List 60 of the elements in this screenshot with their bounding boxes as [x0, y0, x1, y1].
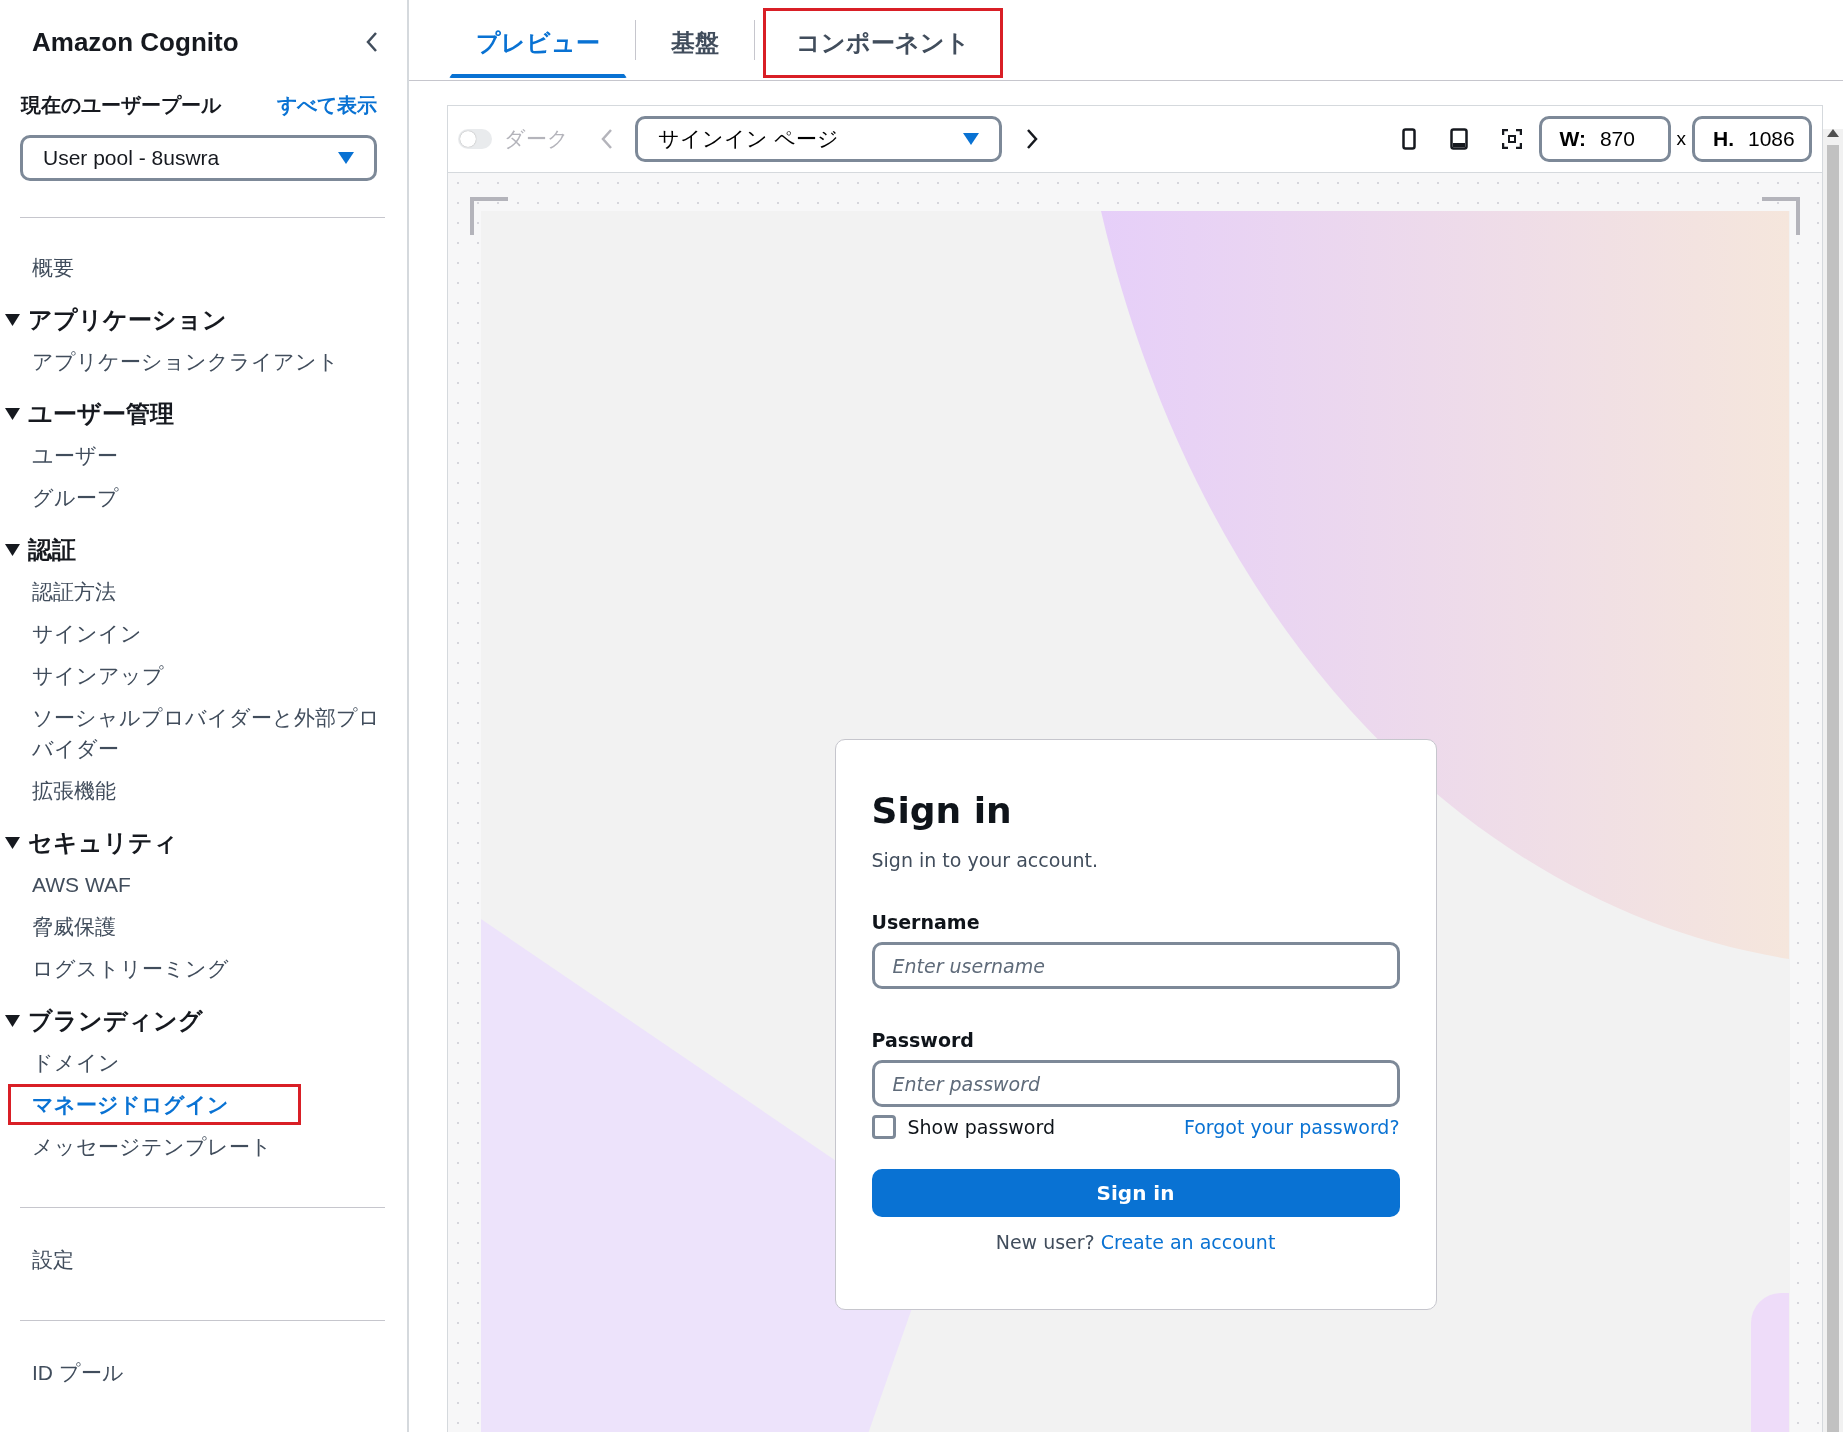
- view-all-link[interactable]: すべて表示: [277, 92, 377, 119]
- width-field[interactable]: W: 870: [1538, 116, 1671, 162]
- field-label: Username: [871, 911, 981, 933]
- next-chevron-icon[interactable]: [1026, 129, 1038, 149]
- signup-prompt: New user?: [995, 1231, 1095, 1253]
- expanded-triangle-icon: [5, 837, 20, 849]
- nav-link[interactable]: サインアップ: [8, 655, 167, 696]
- nav-section-header[interactable]: ユーザー管理: [0, 394, 407, 434]
- current-user-pool-label: 現在のユーザープール: [21, 93, 221, 118]
- collapse-chevron-icon[interactable]: [365, 31, 379, 53]
- input-field[interactable]: Enter password: [871, 1060, 1400, 1107]
- nav-link[interactable]: メッセージテンプレート: [8, 1126, 275, 1167]
- nav-link[interactable]: グループ: [8, 477, 122, 518]
- forgot-password-link[interactable]: Forgot your password?: [1183, 1116, 1400, 1138]
- expanded-triangle-icon: [5, 1015, 20, 1027]
- input-field[interactable]: Enter username: [871, 942, 1400, 989]
- scrollbar[interactable]: [1823, 129, 1843, 1432]
- expanded-triangle-icon: [5, 408, 20, 420]
- tab[interactable]: コンポーネント: [763, 8, 1003, 78]
- phone-icon[interactable]: [1401, 128, 1416, 150]
- times-label: x: [1676, 128, 1686, 150]
- expanded-triangle-icon: [5, 544, 20, 556]
- nav-section-header[interactable]: アプリケーション: [0, 300, 407, 340]
- nav-link[interactable]: マネージドログイン: [8, 1084, 301, 1125]
- nav-link[interactable]: 認証方法: [8, 571, 119, 612]
- dropdown-caret-icon: [338, 152, 354, 164]
- nav-link[interactable]: 拡張機能: [8, 770, 119, 811]
- create-account-link[interactable]: Create an account: [1100, 1231, 1276, 1253]
- checkbox-label: Show password: [907, 1116, 1055, 1138]
- nav-link[interactable]: AWS WAF: [8, 864, 134, 905]
- nav-section-header[interactable]: 認証: [0, 530, 407, 570]
- nav-section-header[interactable]: ブランディング: [0, 1001, 407, 1041]
- app-title: Amazon Cognito: [32, 26, 239, 58]
- card-subtitle: Sign in to your account.: [871, 849, 1099, 871]
- nav-link[interactable]: ユーザー: [8, 435, 121, 476]
- tab[interactable]: プレビュー: [449, 8, 627, 78]
- dropdown-caret-icon: [963, 133, 979, 145]
- dark-mode-label: ダーク: [504, 126, 569, 152]
- nav-link[interactable]: ID プール: [8, 1352, 127, 1393]
- expanded-triangle-icon: [5, 314, 20, 326]
- nav-link[interactable]: 概要: [8, 247, 77, 288]
- card-heading: Sign in: [871, 790, 1013, 831]
- height-field[interactable]: H. 1086: [1692, 116, 1812, 162]
- fit-screen-icon[interactable]: [1501, 129, 1522, 149]
- nav-link[interactable]: ログストリーミング: [8, 948, 232, 989]
- nav-link[interactable]: アプリケーションクライアント: [8, 341, 342, 382]
- nav-section-header[interactable]: セキュリティ: [0, 823, 407, 863]
- nav-link[interactable]: ソーシャルプロバイダーと外部プロバイダー: [8, 697, 393, 769]
- nav-link[interactable]: ドメイン: [8, 1042, 123, 1083]
- nav-link[interactable]: 設定: [8, 1239, 77, 1280]
- sign-in-button[interactable]: Sign in: [871, 1169, 1400, 1217]
- nav-link[interactable]: 脅威保護: [8, 906, 119, 947]
- show-password-checkbox[interactable]: [871, 1115, 896, 1139]
- scroll-up-arrow-icon[interactable]: [1827, 129, 1839, 137]
- page-select[interactable]: サインイン ページ: [635, 116, 1002, 162]
- tab[interactable]: 基盤: [644, 8, 746, 78]
- tablet-icon[interactable]: [1449, 128, 1468, 150]
- user-pool-select[interactable]: User pool - 8uswra: [20, 135, 377, 181]
- nav-link[interactable]: サインイン: [8, 613, 145, 654]
- field-label: Password: [871, 1029, 975, 1051]
